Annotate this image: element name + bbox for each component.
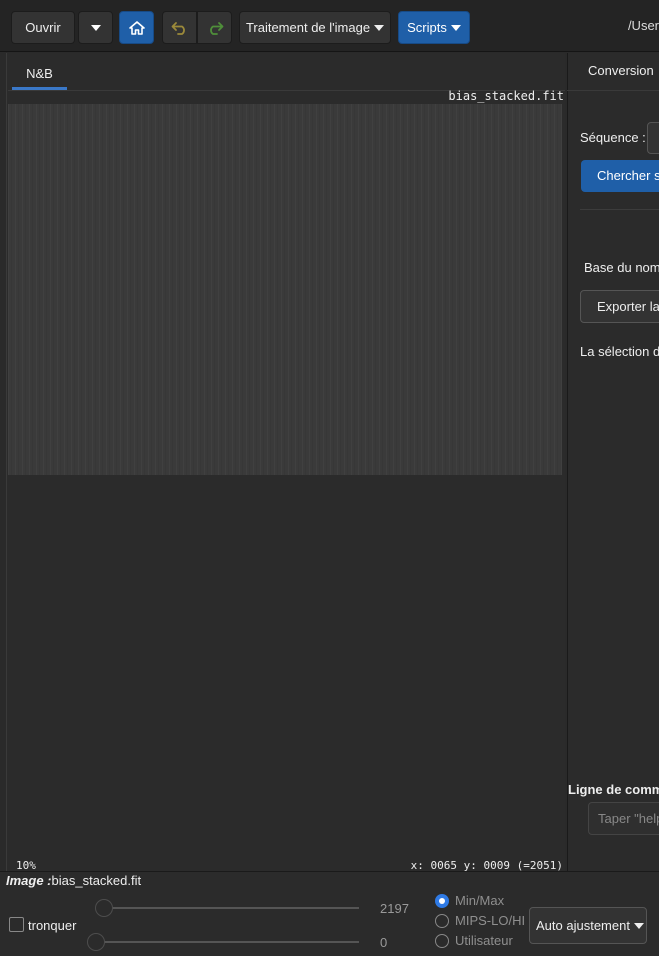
image-processing-label: Traitement de l'image <box>245 20 371 35</box>
selection-info-text: La sélection d' <box>580 344 659 359</box>
truncate-label: tronquer <box>28 918 77 933</box>
open-button-label: Ouvrir <box>25 20 61 35</box>
command-input[interactable]: Taper "help <box>588 802 659 835</box>
minmax-radio[interactable] <box>435 894 449 908</box>
image-info-label: Image : <box>6 873 52 888</box>
open-button[interactable]: Ouvrir <box>11 11 75 44</box>
minmax-radio-label: Min/Max <box>455 893 505 908</box>
image-processing-menu[interactable]: Traitement de l'image <box>239 11 391 44</box>
viewer-file-name: bias_stacked.fit <box>448 89 564 103</box>
user-radio-label: Utilisateur <box>455 933 513 948</box>
low-threshold-slider-track[interactable] <box>96 941 359 943</box>
search-sequence-button[interactable]: Chercher se <box>581 160 659 192</box>
command-line-label: Ligne de comma <box>568 782 659 797</box>
mips-radio-label: MIPS-LO/HI <box>455 913 526 928</box>
image-info-name: bias_stacked.fit <box>51 873 142 888</box>
undo-icon <box>171 21 185 35</box>
tab-conversion[interactable]: Conversion <box>588 63 654 78</box>
chevron-down-icon <box>90 24 101 31</box>
image-info: Image :bias_stacked.fit <box>6 873 141 888</box>
section-divider <box>580 209 659 210</box>
working-directory-path[interactable]: /User <box>628 18 659 33</box>
main-toolbar: Ouvrir Traitement de l'image Scripts /Us… <box>0 0 659 52</box>
redo-button[interactable] <box>197 11 232 44</box>
sequence-field[interactable] <box>647 122 659 154</box>
low-threshold-value: 0 <box>380 935 388 950</box>
low-threshold-slider-handle[interactable] <box>87 933 105 951</box>
truncate-checkbox[interactable] <box>9 917 24 932</box>
open-menu-button[interactable] <box>78 11 113 44</box>
chevron-down-icon <box>450 24 461 31</box>
scripts-menu[interactable]: Scripts <box>398 11 470 44</box>
scripts-label: Scripts <box>407 20 447 35</box>
tab-divider <box>567 90 659 91</box>
user-radio[interactable] <box>435 934 449 948</box>
high-threshold-slider-handle[interactable] <box>95 899 113 917</box>
tab-nb[interactable]: N&B <box>12 60 67 90</box>
undo-button[interactable] <box>162 11 197 44</box>
mips-radio[interactable] <box>435 914 449 928</box>
sequence-label: Séquence : <box>580 130 646 145</box>
base-name-label: Base du nom <box>584 260 659 275</box>
auto-adjust-label: Auto ajustement <box>536 918 630 933</box>
high-threshold-slider-track[interactable] <box>104 907 359 909</box>
auto-adjust-menu[interactable]: Auto ajustement <box>529 907 647 944</box>
redo-icon <box>209 21 223 35</box>
export-button[interactable]: Exporter la <box>580 290 659 323</box>
chevron-down-icon <box>633 922 644 929</box>
home-button[interactable] <box>119 11 154 44</box>
chevron-down-icon <box>374 24 385 31</box>
high-threshold-value: 2197 <box>380 901 409 916</box>
home-icon <box>128 20 145 35</box>
image-canvas[interactable] <box>8 104 562 475</box>
